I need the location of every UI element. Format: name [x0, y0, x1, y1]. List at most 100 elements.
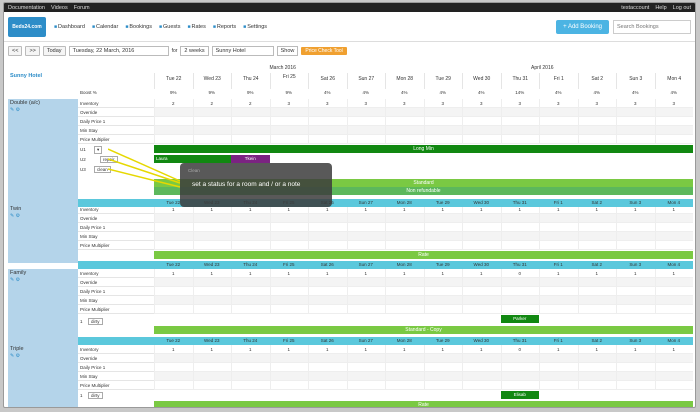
- grid-cell[interactable]: [423, 241, 462, 250]
- grid-cell[interactable]: [269, 223, 308, 232]
- grid-cell[interactable]: [577, 241, 616, 250]
- grid-cell[interactable]: [539, 108, 578, 117]
- grid-cell[interactable]: [346, 372, 385, 381]
- inventory-value[interactable]: 1: [308, 269, 347, 278]
- today-button[interactable]: Today: [42, 46, 66, 56]
- grid-cell[interactable]: [539, 135, 578, 144]
- grid-cell[interactable]: [231, 108, 270, 117]
- inventory-value[interactable]: 1: [578, 269, 617, 278]
- inventory-value[interactable]: 1: [231, 345, 270, 354]
- inventory-value[interactable]: 1: [270, 269, 309, 278]
- grid-cell[interactable]: [192, 223, 231, 232]
- next-button[interactable]: >>: [25, 46, 40, 56]
- grid-cell[interactable]: [269, 232, 308, 241]
- grid-cell[interactable]: [308, 232, 347, 241]
- grid-cell[interactable]: [462, 305, 501, 314]
- grid-cell[interactable]: [616, 381, 655, 390]
- nav-item-dashboard[interactable]: ■ Dashboard: [54, 24, 85, 30]
- grid-cell[interactable]: [308, 117, 347, 126]
- grid-cell[interactable]: [462, 296, 501, 305]
- rate-bar-longmin[interactable]: Long Min: [154, 145, 693, 153]
- grid-cell[interactable]: [616, 214, 655, 223]
- grid-cell[interactable]: [231, 126, 270, 135]
- grid-cell[interactable]: [577, 126, 616, 135]
- grid-cell[interactable]: [269, 214, 308, 223]
- grid-cell[interactable]: [154, 278, 193, 287]
- grid-cell[interactable]: [616, 117, 655, 126]
- grid-cell[interactable]: [154, 287, 193, 296]
- grid-cell[interactable]: [192, 287, 231, 296]
- inventory-value[interactable]: 1: [539, 269, 578, 278]
- inventory-value[interactable]: 3: [539, 99, 578, 108]
- grid-cell[interactable]: [423, 126, 462, 135]
- unit-status-select[interactable]: ▾: [94, 146, 103, 154]
- grid-cell[interactable]: [654, 117, 693, 126]
- grid-cell[interactable]: [269, 278, 308, 287]
- grid-cell[interactable]: [231, 223, 270, 232]
- date-input[interactable]: Tuesday, 22 March, 2016: [68, 46, 169, 56]
- price-check-button[interactable]: Price Check Tool: [301, 47, 347, 55]
- grid-cell[interactable]: [346, 287, 385, 296]
- grid-cell[interactable]: [654, 108, 693, 117]
- grid-cell[interactable]: [269, 354, 308, 363]
- grid-cell[interactable]: [154, 305, 193, 314]
- grid-cell[interactable]: [154, 296, 193, 305]
- grid-cell[interactable]: [577, 381, 616, 390]
- grid-cell[interactable]: [269, 108, 308, 117]
- grid-cell[interactable]: [154, 372, 193, 381]
- grid-cell[interactable]: [308, 305, 347, 314]
- grid-cell[interactable]: [654, 363, 693, 372]
- grid-cell[interactable]: [269, 381, 308, 390]
- grid-cell[interactable]: [346, 354, 385, 363]
- grid-cell[interactable]: [616, 241, 655, 250]
- grid-cell[interactable]: [308, 381, 347, 390]
- inventory-value[interactable]: 1: [578, 345, 617, 354]
- rate-bar-rate[interactable]: Rate: [154, 251, 693, 259]
- grid-cell[interactable]: [192, 381, 231, 390]
- edit-icon[interactable]: ✎ ⚙: [10, 277, 20, 283]
- inventory-value[interactable]: 3: [270, 99, 309, 108]
- inventory-value[interactable]: 1: [385, 269, 424, 278]
- grid-cell[interactable]: [616, 126, 655, 135]
- grid-cell[interactable]: [539, 232, 578, 241]
- grid-cell[interactable]: [308, 135, 347, 144]
- inventory-value[interactable]: 3: [462, 99, 501, 108]
- grid-cell[interactable]: [539, 241, 578, 250]
- grid-cell[interactable]: [539, 287, 578, 296]
- grid-cell[interactable]: [192, 354, 231, 363]
- grid-cell[interactable]: [500, 241, 539, 250]
- grid-cell[interactable]: [346, 232, 385, 241]
- grid-cell[interactable]: [500, 278, 539, 287]
- grid-cell[interactable]: [654, 241, 693, 250]
- grid-cell[interactable]: [539, 278, 578, 287]
- inventory-value[interactable]: 1: [270, 345, 309, 354]
- grid-cell[interactable]: [462, 135, 501, 144]
- grid-cell[interactable]: [577, 305, 616, 314]
- grid-cell[interactable]: [500, 117, 539, 126]
- videos-link[interactable]: Videos: [51, 5, 68, 11]
- nav-item-calendar[interactable]: ■ Calendar: [92, 24, 118, 30]
- logo[interactable]: Beds24.com: [8, 16, 46, 37]
- booking-elisab[interactable]: Elisab: [500, 391, 539, 399]
- grid-cell[interactable]: [539, 223, 578, 232]
- inventory-value[interactable]: 3: [501, 99, 540, 108]
- inventory-value[interactable]: 1: [385, 345, 424, 354]
- grid-cell[interactable]: [654, 287, 693, 296]
- grid-cell[interactable]: [154, 223, 193, 232]
- show-select[interactable]: Show: [276, 46, 299, 56]
- inventory-value[interactable]: 3: [578, 99, 617, 108]
- inventory-value[interactable]: 1: [462, 345, 501, 354]
- grid-cell[interactable]: [385, 363, 424, 372]
- grid-cell[interactable]: [577, 287, 616, 296]
- account-menu[interactable]: testaccount: [621, 5, 649, 11]
- weeks-select[interactable]: 2 weeks: [180, 46, 209, 56]
- grid-cell[interactable]: [423, 135, 462, 144]
- grid-cell[interactable]: [539, 214, 578, 223]
- inventory-value[interactable]: 1: [231, 269, 270, 278]
- help-link[interactable]: Help: [655, 5, 666, 11]
- grid-cell[interactable]: [616, 372, 655, 381]
- inventory-value[interactable]: 3: [308, 99, 347, 108]
- grid-cell[interactable]: [192, 126, 231, 135]
- grid-cell[interactable]: [269, 117, 308, 126]
- grid-cell[interactable]: [385, 372, 424, 381]
